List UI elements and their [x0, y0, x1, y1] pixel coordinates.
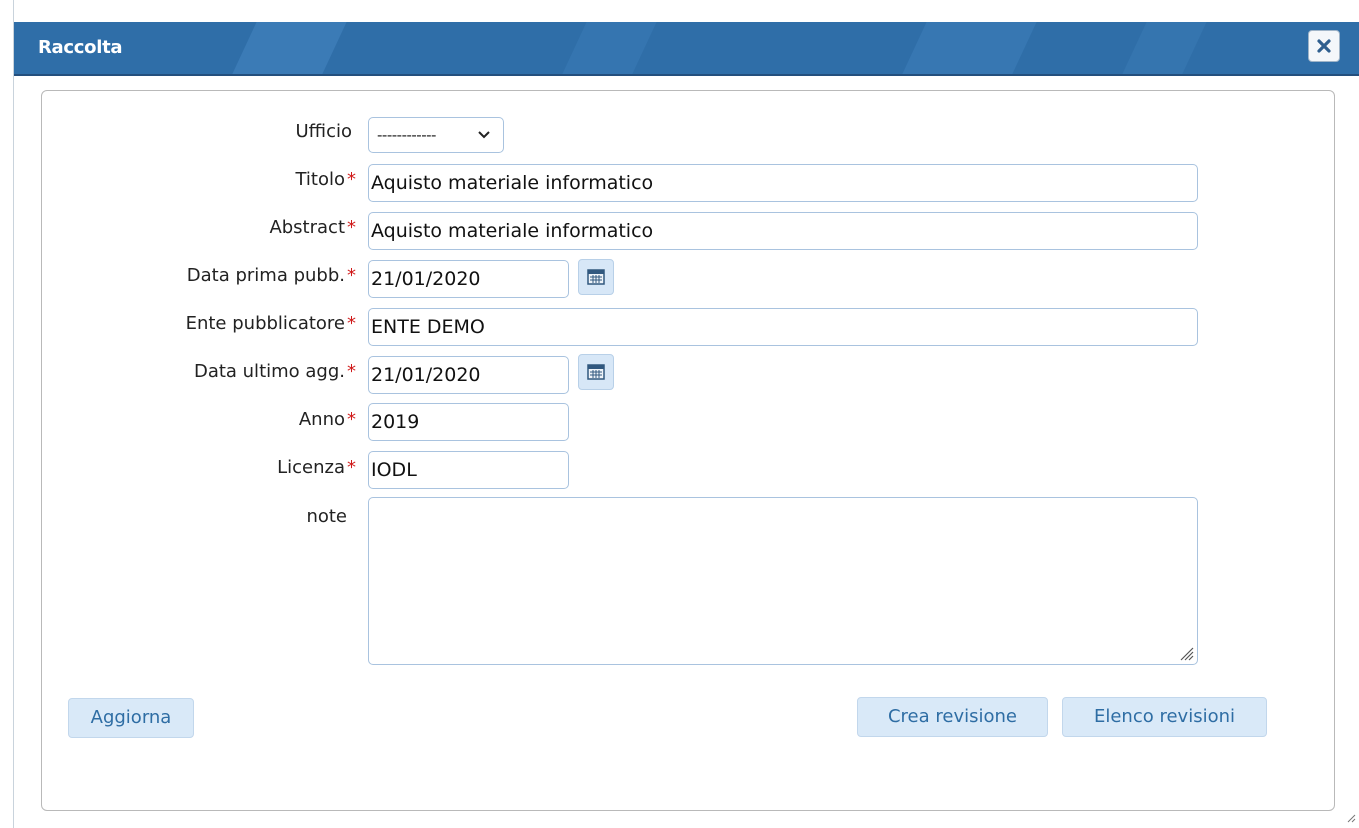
elenco-revisioni-button[interactable]: Elenco revisioni [1062, 697, 1267, 737]
ufficio-label: Ufficio [295, 121, 353, 142]
required-marker: * [347, 169, 356, 190]
titlebar-decoration [561, 22, 657, 74]
ufficio-select-value: ------------ [377, 126, 436, 144]
required-marker: * [347, 409, 356, 430]
data-prima-pubb-input[interactable]: 21/01/2020 [368, 260, 569, 298]
close-icon [1317, 39, 1331, 53]
licenza-label: Licenza * [277, 457, 356, 478]
required-marker: * [347, 265, 356, 286]
calendar-icon [587, 269, 605, 285]
ufficio-select[interactable]: ------------ [368, 117, 504, 153]
chevron-down-icon [478, 131, 490, 139]
dialog-resize-icon[interactable] [1346, 813, 1356, 823]
required-marker: * [347, 313, 356, 334]
required-marker: * [347, 361, 356, 382]
calendar-icon [587, 364, 605, 380]
dialog-titlebar[interactable]: Raccolta [14, 22, 1359, 76]
anno-label: Anno * [298, 409, 356, 430]
ente-pubblicatore-input[interactable]: ENTE DEMO [368, 308, 1198, 346]
titlebar-decoration [901, 22, 1037, 74]
anno-input[interactable]: 2019 [368, 403, 569, 441]
titolo-input[interactable]: Aquisto materiale informatico [368, 164, 1198, 202]
required-marker: * [347, 457, 356, 478]
titlebar-decoration [1121, 22, 1207, 74]
required-marker: * [347, 217, 356, 238]
data-prima-pubb-calendar-button[interactable] [578, 259, 614, 295]
abstract-input[interactable]: Aquisto materiale informatico [368, 212, 1198, 250]
ente-pubblicatore-label: Ente pubblicatore * [185, 313, 356, 334]
resize-grip-icon[interactable] [1178, 645, 1194, 661]
background-window-edge [0, 0, 14, 828]
titolo-label: Titolo * [295, 169, 356, 190]
data-ultimo-agg-calendar-button[interactable] [578, 354, 614, 390]
raccolta-dialog: Raccolta Ufficio ------------ Titolo * Aq… [0, 0, 1359, 828]
data-ultimo-agg-input[interactable]: 21/01/2020 [368, 356, 569, 394]
note-label: note [306, 506, 347, 527]
dialog-title: Raccolta [38, 37, 123, 58]
titlebar-decoration [231, 22, 347, 74]
crea-revisione-button[interactable]: Crea revisione [857, 697, 1048, 737]
aggiorna-button[interactable]: Aggiorna [68, 698, 194, 738]
abstract-label: Abstract * [269, 217, 356, 238]
licenza-input[interactable]: IODL [368, 451, 569, 489]
data-ultimo-agg-label: Data ultimo agg. * [193, 361, 356, 382]
close-button[interactable] [1308, 30, 1340, 62]
data-prima-pubb-label: Data prima pubb. * [186, 265, 356, 286]
note-textarea[interactable] [368, 497, 1198, 665]
